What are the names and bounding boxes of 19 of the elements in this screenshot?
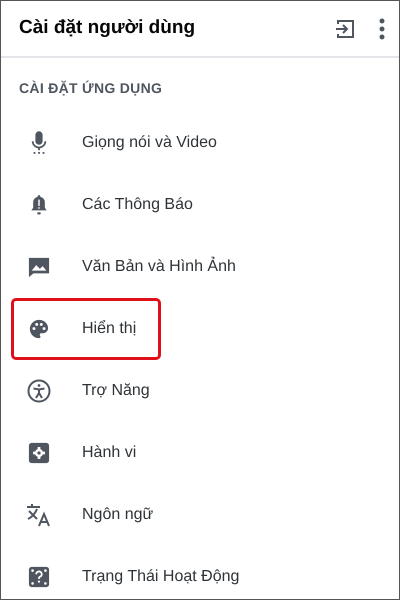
settings-icon: [28, 442, 50, 464]
settings-item[interactable]: Trợ Năng: [11, 360, 153, 422]
accessibility-icon: [27, 379, 51, 403]
section-heading: CÀI ĐẶT ỨNG DỤNG: [18, 79, 164, 98]
page-title: Cài đặt người dùng: [19, 16, 196, 40]
microphone-icon: [30, 131, 48, 155]
settings-item[interactable]: Hành vi: [11, 422, 140, 484]
translate-icon: [26, 503, 52, 527]
image-icon: [28, 256, 50, 278]
help-icon: [28, 566, 50, 588]
settings-item[interactable]: Các Thông Báo: [11, 174, 196, 236]
settings-item[interactable]: Ngôn ngữ: [11, 484, 156, 546]
settings-item[interactable]: Trạng Thái Hoạt Động: [11, 546, 242, 599]
settings-item[interactable]: Văn Bản và Hình Ảnh: [11, 236, 239, 298]
palette-icon: [28, 318, 50, 340]
settings-item[interactable]: Hiển thị: [11, 298, 161, 360]
more-options-icon[interactable]: [379, 18, 385, 40]
bell-icon: [30, 194, 48, 216]
settings-item[interactable]: Giọng nói và Video: [11, 112, 220, 174]
